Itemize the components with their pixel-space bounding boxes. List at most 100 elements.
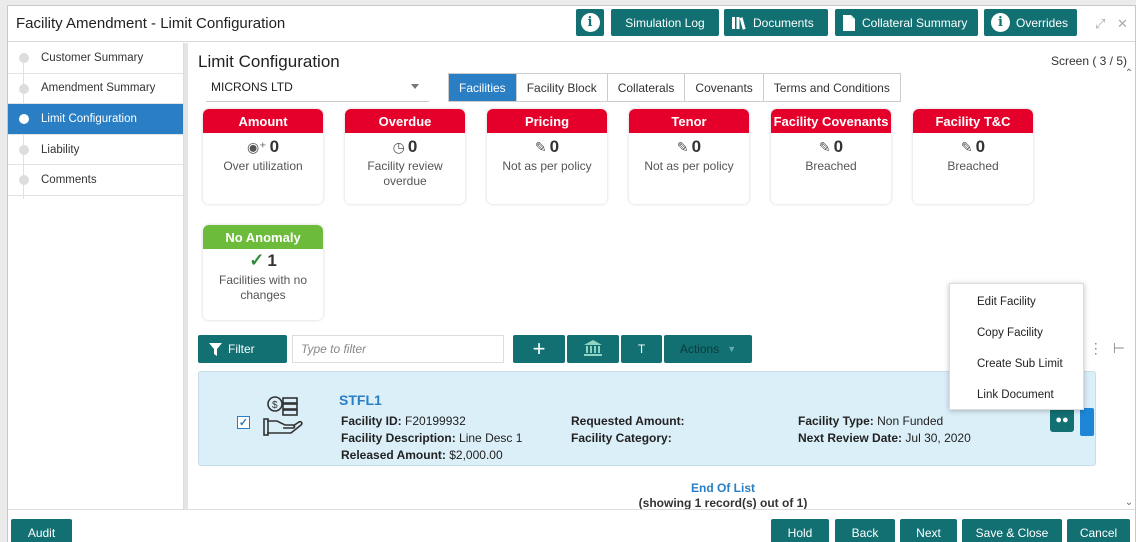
step-dot-icon	[19, 83, 29, 94]
sidebar-item-label: Liability	[41, 143, 80, 156]
scroll-up-icon[interactable]: ⌃	[1124, 68, 1134, 79]
next-button[interactable]: Next	[900, 519, 957, 542]
svg-text:$: $	[272, 400, 278, 411]
facility-id-label: Facility ID:	[341, 414, 402, 428]
check-icon: ✓	[249, 250, 265, 270]
menu-item-create-sub-limit[interactable]: Create Sub Limit	[950, 348, 1083, 379]
anomaly-card-pricing[interactable]: Pricing ✎ 0 Not as per policy	[487, 109, 607, 204]
step-dot-icon	[19, 53, 29, 63]
sidebar-item-label: Amendment Summary	[41, 82, 156, 95]
actions-button[interactable]: Actions ▼	[664, 335, 752, 363]
card-header: Facility Covenants	[771, 109, 891, 133]
tab-facilities[interactable]: Facilities	[449, 74, 517, 101]
filter-label: Filter	[228, 342, 255, 356]
facility-id-value: F20199932	[405, 414, 466, 428]
facility-category-label: Facility Category:	[571, 431, 672, 445]
card-value-row: ◷ 0	[345, 137, 465, 157]
expand-icon[interactable]: ⤢	[1095, 16, 1105, 32]
card-value-row: ✎ 0	[913, 137, 1033, 157]
sidebar-item-liability[interactable]: Liability	[8, 135, 183, 166]
scroll-down-icon[interactable]: ⌄	[1124, 497, 1134, 508]
card-value: 0	[833, 137, 844, 156]
sidebar-item-customer-summary[interactable]: Customer Summary	[8, 43, 183, 74]
next-review-date-field: Next Review Date: Jul 30, 2020	[798, 431, 971, 445]
documents-button[interactable]: Documents	[724, 9, 828, 36]
next-review-date-value: Jul 30, 2020	[905, 431, 971, 445]
facility-type-field: Facility Type: Non Funded	[798, 414, 943, 428]
facility-id-field: Facility ID: F20199932	[341, 414, 466, 428]
plus-icon: +	[532, 336, 546, 361]
tab-terms-and-conditions[interactable]: Terms and Conditions	[763, 74, 900, 101]
audit-button[interactable]: Audit	[11, 519, 72, 542]
hold-button[interactable]: Hold	[771, 519, 829, 542]
facility-description-field: Facility Description: Line Desc 1	[341, 431, 522, 445]
back-button[interactable]: Back	[835, 519, 895, 542]
sidebar-item-amendment-summary[interactable]: Amendment Summary	[8, 74, 183, 105]
tab-facility-block[interactable]: Facility Block	[516, 74, 608, 101]
overrides-button[interactable]: i Overrides	[984, 9, 1077, 36]
filter-button[interactable]: Filter	[198, 335, 287, 363]
anomaly-card-overdue[interactable]: Overdue ◷ 0 Facility review overdue	[345, 109, 465, 204]
card-value-row: ✎ 0	[771, 137, 891, 157]
anomaly-card-facility-covenants[interactable]: Facility Covenants ✎ 0 Breached	[771, 109, 891, 204]
record-menu-button[interactable]	[1080, 408, 1094, 436]
filter-input[interactable]: Type to filter	[292, 335, 504, 363]
document-icon	[842, 14, 856, 32]
card-value-row: ✎ 0	[629, 137, 749, 157]
menu-item-link-document[interactable]: Link Document	[950, 379, 1083, 410]
menu-item-edit-facility[interactable]: Edit Facility	[950, 286, 1083, 317]
card-description: Over utilization	[223, 159, 303, 173]
customer-select-value: MICRONS LTD	[211, 80, 293, 94]
sidebar-resize-handle[interactable]	[184, 43, 188, 509]
card-description: Not as per policy	[644, 159, 734, 173]
t-button[interactable]: T	[621, 335, 662, 363]
card-value: 0	[407, 137, 418, 156]
facility-money-icon: $	[263, 395, 307, 442]
tab-covenants[interactable]: Covenants	[685, 74, 764, 101]
facility-category-field: Facility Category:	[571, 431, 672, 445]
info-button[interactable]: i	[576, 9, 604, 36]
anomaly-card-no-anomaly[interactable]: No Anomaly ✓ 1 Facilities with no changes	[203, 225, 323, 320]
list-view-icon[interactable]: ⋮	[1089, 340, 1103, 357]
card-value: 0	[269, 137, 280, 156]
sidebar-item-limit-configuration[interactable]: Limit Configuration	[8, 104, 183, 135]
vertical-scrollbar[interactable]: ⌃ ⌄	[1123, 68, 1135, 508]
facility-name[interactable]: STFL1	[339, 392, 382, 408]
menu-item-copy-facility[interactable]: Copy Facility	[950, 317, 1083, 348]
step-dot-icon	[19, 114, 29, 125]
collateral-summary-button[interactable]: Collateral Summary	[835, 9, 978, 36]
requested-amount-label: Requested Amount:	[571, 414, 685, 428]
add-button[interactable]: +	[513, 335, 565, 363]
sidebar-item-label: Comments	[41, 174, 97, 187]
card-header: No Anomaly	[203, 225, 323, 249]
cancel-button[interactable]: Cancel	[1067, 519, 1130, 542]
filter-icon	[209, 342, 222, 356]
checkmark-icon: ✓	[238, 417, 249, 429]
requested-amount-field: Requested Amount:	[571, 414, 685, 428]
anomaly-card-amount[interactable]: Amount ◉⁺ 0 Over utilization	[203, 109, 323, 204]
card-description: Facility review overdue	[367, 159, 443, 188]
tree-view-icon[interactable]: ⊢	[1113, 340, 1125, 357]
card-header: Pricing	[487, 109, 607, 133]
info-icon: i	[580, 13, 600, 32]
save-close-button[interactable]: Save & Close	[962, 519, 1062, 542]
anomaly-card-facility-tc[interactable]: Facility T&C ✎ 0 Breached	[913, 109, 1033, 204]
info-icon-overrides-glyph: i	[991, 13, 1010, 32]
tab-collaterals[interactable]: Collaterals	[607, 74, 686, 101]
card-description: Breached	[947, 159, 999, 173]
facility-type-value: Non Funded	[877, 414, 944, 428]
comment-button[interactable]: ●●	[1050, 408, 1074, 432]
edit-doc-icon: ✎	[534, 138, 547, 155]
bank-button[interactable]	[567, 335, 619, 363]
close-icon[interactable]: ✕	[1117, 16, 1128, 32]
documents-label: Documents	[753, 15, 814, 30]
tab-bar: Facilities Facility Block Collaterals Co…	[448, 73, 901, 102]
step-dot-icon	[19, 144, 29, 155]
record-checkbox[interactable]: ✓	[237, 416, 250, 429]
anomaly-card-tenor[interactable]: Tenor ✎ 0 Not as per policy	[629, 109, 749, 204]
sidebar-item-comments[interactable]: Comments	[8, 165, 183, 196]
card-header: Tenor	[629, 109, 749, 133]
simulation-log-button[interactable]: Simulation Log	[611, 9, 719, 36]
customer-select[interactable]: MICRONS LTD	[206, 73, 429, 102]
card-description: Facilities with no changes	[218, 273, 308, 302]
